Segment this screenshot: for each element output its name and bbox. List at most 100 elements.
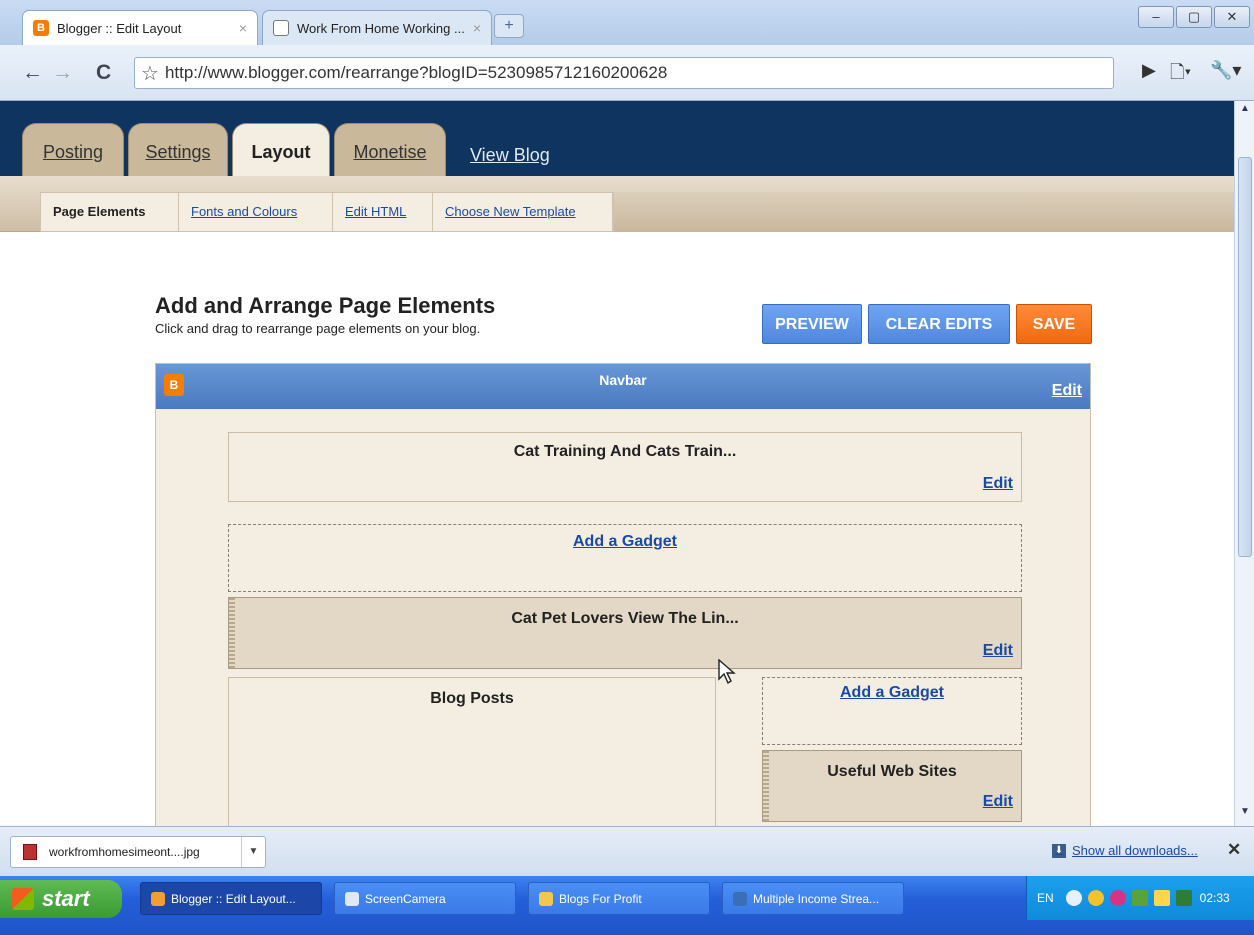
scroll-up-icon[interactable]: ▲ <box>1238 103 1252 119</box>
subnav-strip: Page Elements Fonts and Colours Edit HTM… <box>40 192 614 232</box>
gadget-title: Useful Web Sites <box>827 763 957 780</box>
tab-title: Blogger :: Edit Layout <box>57 20 182 36</box>
tab-monetise[interactable]: Monetise <box>334 123 446 177</box>
blogger-header: Posting Settings Layout Monetise View Bl… <box>0 101 1234 179</box>
browser-toolbar: ← → C ☆ http://www.blogger.com/rearrange… <box>0 45 1254 101</box>
blog-posts-gadget[interactable]: Blog Posts <box>228 677 716 826</box>
layout-subnav: Page Elements Fonts and Colours Edit HTM… <box>0 176 1234 232</box>
tray-signal-icon[interactable] <box>1175 890 1192 906</box>
mouse-pointer-icon <box>718 659 736 685</box>
close-tab-icon[interactable]: × <box>473 20 481 36</box>
useful-web-sites-gadget[interactable]: Useful Web Sites Edit <box>762 750 1022 822</box>
start-button[interactable]: start <box>0 880 122 918</box>
taskbar-item-screencamera[interactable]: ScreenCamera <box>334 882 516 915</box>
page-subtitle: Click and drag to rearrange page element… <box>155 321 481 336</box>
new-tab-button[interactable]: + <box>494 14 524 38</box>
page-title: Add and Arrange Page Elements <box>155 293 496 318</box>
tab-title: Work From Home Working ... <box>297 20 465 36</box>
taskbar-label: Blogger :: Edit Layout... <box>171 891 296 906</box>
subnav-page-elements[interactable]: Page Elements <box>41 193 179 231</box>
scroll-thumb[interactable] <box>1238 157 1252 557</box>
navbar-edit-link[interactable]: Edit <box>1052 382 1082 400</box>
close-window-button[interactable]: ✕ <box>1214 6 1250 28</box>
play-icon[interactable]: ▶ <box>1142 60 1156 81</box>
subnav-edit-html[interactable]: Edit HTML <box>333 193 433 231</box>
clear-edits-button[interactable]: CLEAR EDITS <box>868 304 1010 344</box>
tray-arrow-icon[interactable] <box>1065 890 1082 906</box>
browser-tab-strip: B Blogger :: Edit Layout × Work From Hom… <box>0 0 1254 45</box>
bookmark-star-icon[interactable]: ☆ <box>141 61 159 86</box>
screencamera-icon <box>345 891 359 906</box>
header-gadget[interactable]: Cat Training And Cats Train... Edit <box>228 432 1022 502</box>
image-file-icon <box>23 844 37 860</box>
add-gadget-link[interactable]: Add a Gadget <box>763 684 1021 702</box>
layout-editor: B Navbar Edit Cat Training And Cats Trai… <box>155 363 1091 826</box>
tab-blogger-edit-layout[interactable]: B Blogger :: Edit Layout × <box>22 10 258 45</box>
show-all-label: Show all downloads... <box>1072 843 1198 858</box>
taskbar-item-blogs-for-profit[interactable]: Blogs For Profit <box>528 882 710 915</box>
drag-handle[interactable] <box>229 598 235 668</box>
subnav-fonts-and-colours[interactable]: Fonts and Colours <box>179 193 333 231</box>
vertical-scrollbar[interactable]: ▲ ▼ <box>1234 101 1254 826</box>
tray-p-icon[interactable] <box>1109 890 1126 906</box>
url-text: http://www.blogger.com/rearrange?blogID=… <box>164 63 668 82</box>
save-button[interactable]: SAVE <box>1016 304 1092 344</box>
tray-ime-icon[interactable] <box>1153 890 1170 906</box>
tab-work-from-home[interactable]: Work From Home Working ... × <box>262 10 492 45</box>
cat-pet-edit-link[interactable]: Edit <box>983 642 1013 660</box>
view-blog-link[interactable]: View Blog <box>470 145 550 166</box>
tray-shield-icon[interactable] <box>1087 890 1104 906</box>
forward-icon[interactable]: → <box>52 61 73 85</box>
tray-network-icon[interactable] <box>1131 890 1148 906</box>
taskbar-item-blogger[interactable]: Blogger :: Edit Layout... <box>140 882 322 915</box>
chrome-icon <box>151 891 165 906</box>
start-label: start <box>42 886 90 911</box>
blogger-favicon-icon: B <box>33 20 49 36</box>
cat-pet-lovers-gadget[interactable]: Cat Pet Lovers View The Lin... Edit <box>228 597 1022 669</box>
taskbar-label: ScreenCamera <box>365 891 446 906</box>
downloads-icon: ⬇ <box>1052 843 1066 858</box>
windows-taskbar: start Blogger :: Edit Layout... ScreenCa… <box>0 876 1254 935</box>
show-all-downloads-link[interactable]: ⬇ Show all downloads... <box>1052 843 1198 858</box>
add-gadget-slot-sidebar: Add a Gadget <box>762 677 1022 745</box>
taskbar-label: Multiple Income Strea... <box>753 891 880 906</box>
page-favicon-icon <box>273 20 289 36</box>
useful-sites-edit-link[interactable]: Edit <box>983 793 1013 811</box>
preview-button[interactable]: PREVIEW <box>762 304 862 344</box>
tab-settings[interactable]: Settings <box>128 123 228 177</box>
subnav-choose-new-template[interactable]: Choose New Template <box>433 193 613 231</box>
tab-posting[interactable]: Posting <box>22 123 124 177</box>
navbar-title: Navbar <box>599 372 647 388</box>
page-menu-icon[interactable]: 🗋▾ <box>1170 60 1191 90</box>
drag-handle[interactable] <box>763 751 769 821</box>
gadget-title: Blog Posts <box>430 690 514 707</box>
download-filename: workfromhomesimeont....jpg <box>49 845 200 859</box>
gadget-title: Cat Pet Lovers View The Lin... <box>511 610 739 627</box>
wrench-menu-icon[interactable]: 🔧▾ <box>1210 60 1241 81</box>
folder-icon <box>539 891 553 906</box>
clock: 02:33 <box>1199 891 1230 905</box>
download-menu-chevron-icon[interactable]: ▼ <box>241 837 265 867</box>
reload-icon[interactable]: C <box>96 61 111 85</box>
add-gadget-slot-top: Add a Gadget <box>228 524 1022 592</box>
system-tray: EN 02:33 <box>1026 876 1254 920</box>
close-tab-icon[interactable]: × <box>239 20 247 36</box>
minimize-button[interactable]: – <box>1138 6 1174 28</box>
taskbar-item-multiple-income[interactable]: Multiple Income Strea... <box>722 882 904 915</box>
maximize-button[interactable]: ▢ <box>1176 6 1212 28</box>
header-edit-link[interactable]: Edit <box>983 475 1013 493</box>
navbar-gadget[interactable]: B Navbar Edit <box>156 364 1090 409</box>
windows-logo-icon <box>12 888 34 910</box>
download-shelf: workfromhomesimeont....jpg ▼ ⬇ Show all … <box>0 826 1254 876</box>
gadget-title: Cat Training And Cats Train... <box>513 443 737 460</box>
language-indicator[interactable]: EN <box>1037 891 1054 905</box>
taskbar-label: Blogs For Profit <box>559 891 642 906</box>
address-bar[interactable]: ☆ http://www.blogger.com/rearrange?blogI… <box>134 57 1114 89</box>
download-item[interactable]: workfromhomesimeont....jpg ▼ <box>10 836 266 868</box>
add-gadget-link[interactable]: Add a Gadget <box>229 533 1021 551</box>
close-download-bar-icon[interactable]: ✕ <box>1227 840 1241 860</box>
scroll-down-icon[interactable]: ▼ <box>1238 806 1252 822</box>
tab-layout[interactable]: Layout <box>232 123 330 179</box>
back-icon[interactable]: ← <box>22 61 43 85</box>
subnav-filler <box>614 192 1234 232</box>
